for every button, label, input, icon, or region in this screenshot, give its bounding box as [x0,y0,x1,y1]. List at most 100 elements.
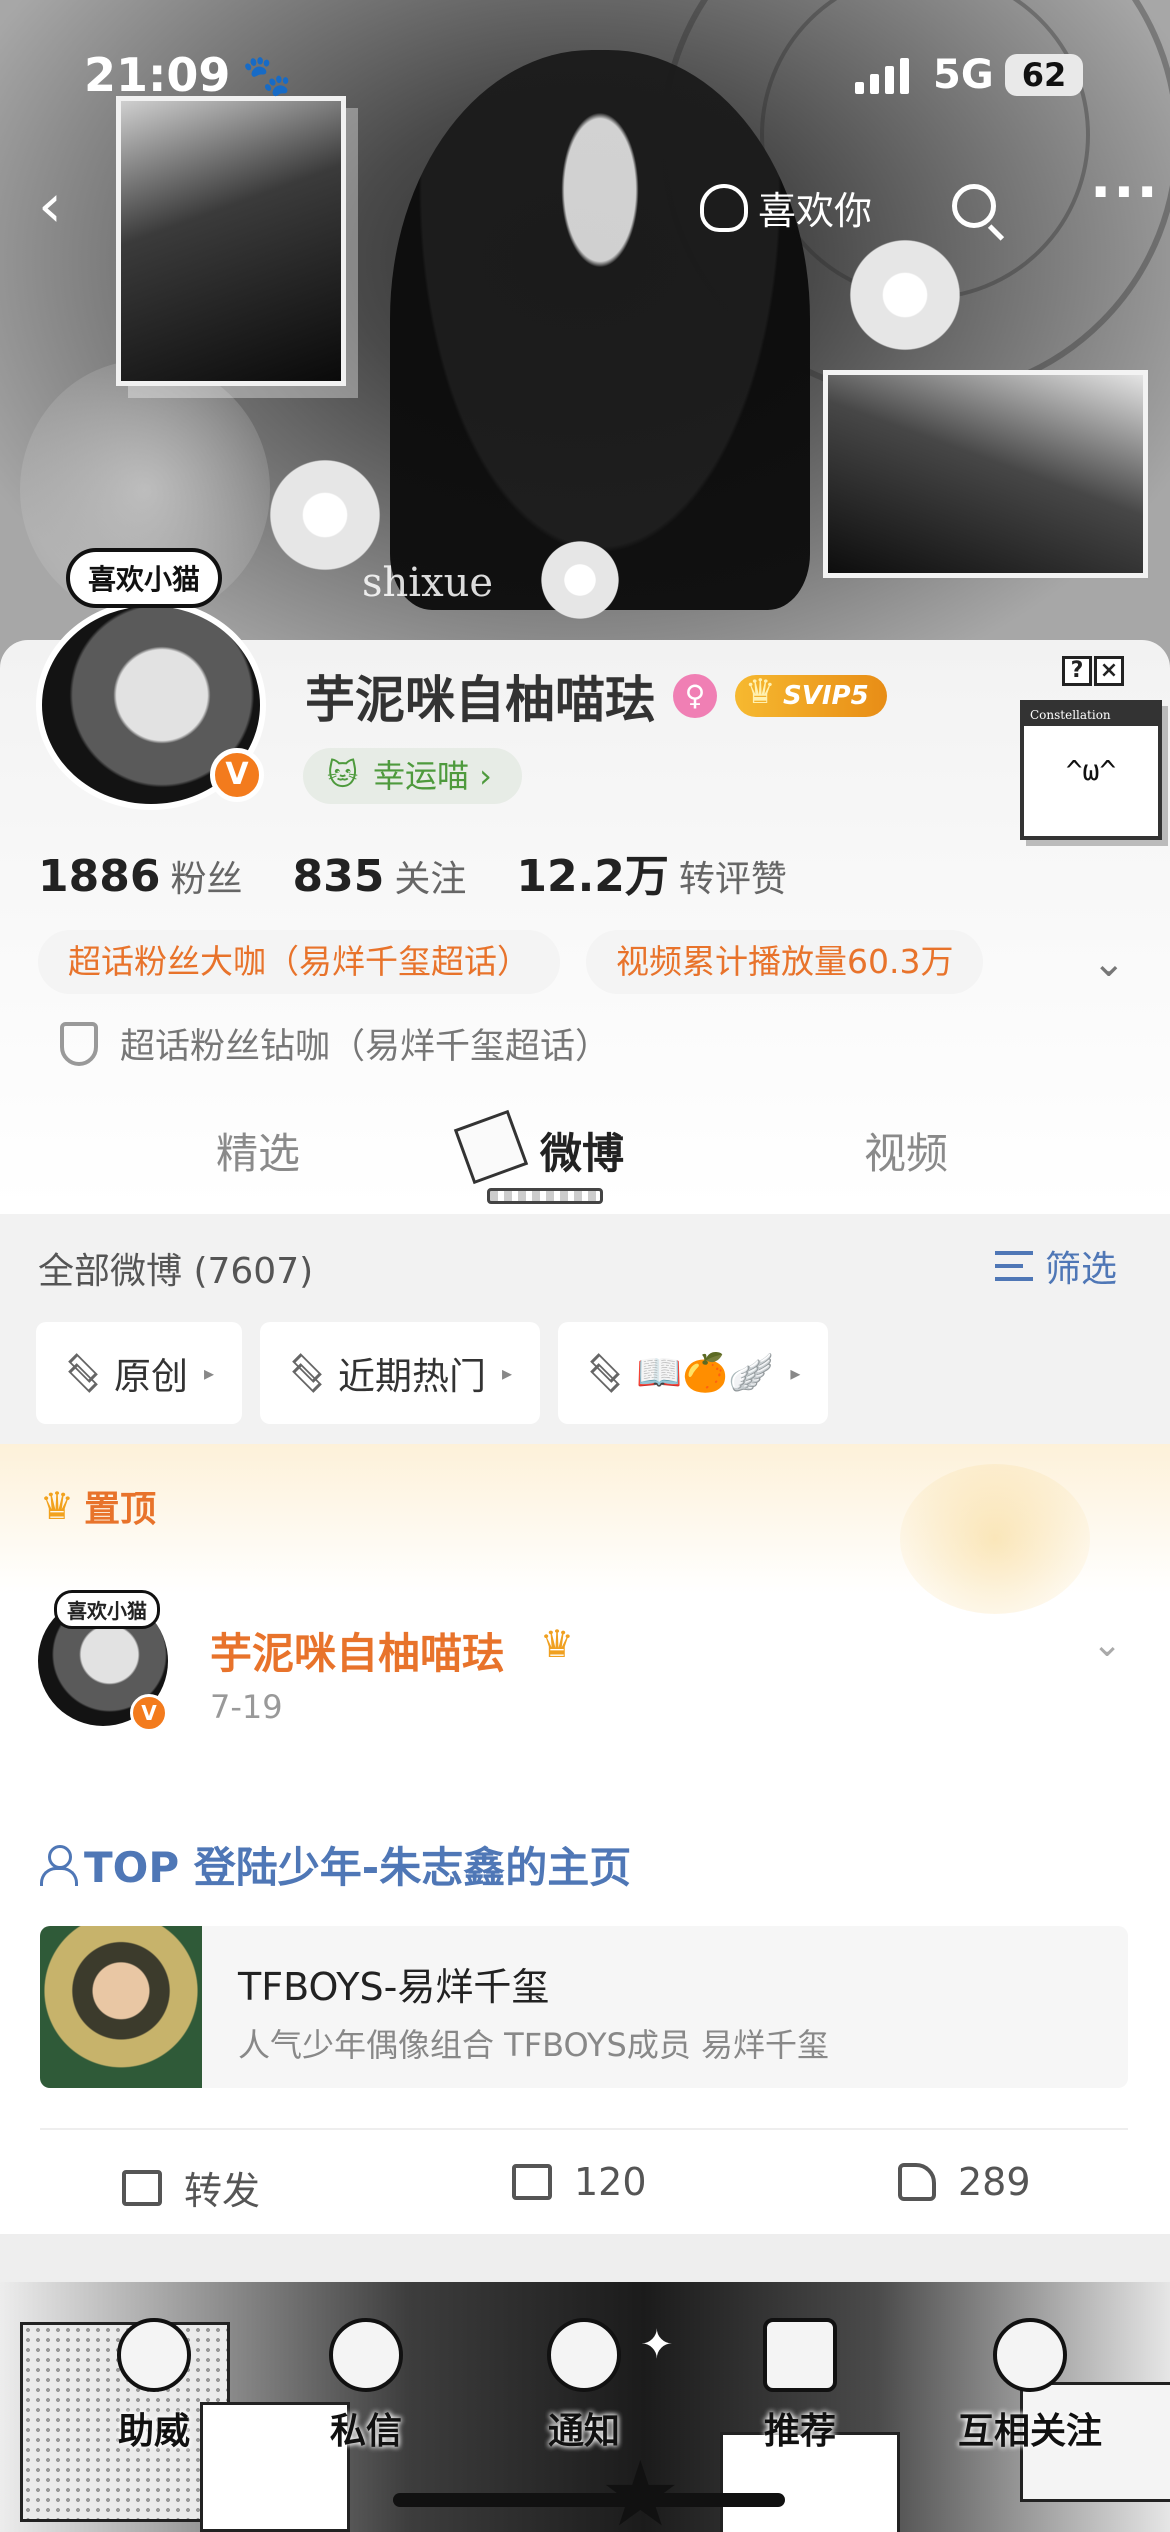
constellation-widget[interactable]: Constellation ^ω^ [1020,700,1162,840]
computer-icon [763,2318,837,2392]
profile-tags: 超话粉丝大咖（易烊千玺超话） 视频累计播放量60.3万 [38,930,984,994]
tab-label: 通知 [547,2411,620,2452]
post-author[interactable]: 芋泥咪自柚喵珐 [210,1620,504,1681]
tag-video-plays[interactable]: 视频累计播放量60.3万 [586,930,984,994]
like-post-button[interactable]: 289 [898,2160,1031,2204]
tag-super-fan[interactable]: 超话粉丝大咖（易烊千玺超话） [38,930,560,994]
pinned-label: ♛ 置顶 [40,1480,156,1532]
post-actions: 转发 120 289 [40,2128,1128,2228]
repost-button[interactable]: 转发 [122,2160,260,2215]
tab-label: 推荐 [763,2411,836,2452]
caret-right-icon: ▸ [502,1361,513,1385]
female-icon: ♀ [673,674,717,718]
banner-photo-frame [116,96,346,386]
repost-icon [122,2169,162,2206]
stat-number: 835 [292,851,385,902]
stat-number: 1886 [38,851,161,902]
tab-label: 互相关注 [957,2411,1102,2452]
all-posts-count: 全部微博 (7607) [38,1251,314,1292]
tab-notifications[interactable]: 通知 [514,2318,654,2454]
stat-number: 12.2万 [516,851,669,902]
widget-face: ^ω^ [1065,754,1117,787]
profile-name: 芋泥咪自柚喵珐 [305,671,655,729]
link-thumbnail [40,1926,202,2088]
verified-badge: V [210,748,264,802]
layers-icon [64,1358,98,1388]
filter-label: 筛选 [1045,1249,1118,1290]
close-icon: × [1094,656,1124,686]
search-icon[interactable] [952,184,996,228]
stat-label: 粉丝 [170,859,243,900]
tab-weibo[interactable]: 微博 [540,1120,624,1181]
widget-title: Constellation [1024,704,1158,726]
stat-interactions[interactable]: 12.2万 转评赞 [516,840,787,904]
layers-icon [288,1358,322,1388]
verified-badge: V [130,1694,168,1732]
crown-decoration [900,1464,1090,1614]
headphones-icon [329,2318,403,2392]
cd-icon [547,2318,621,2392]
comment-button[interactable]: 120 [512,2160,647,2204]
crown-icon: ♛ [40,1484,75,1528]
status-bar: 21:09 🐾 5G 62 [0,48,1170,108]
chip-custom[interactable]: 📖🍊🪽 ▸ [558,1322,829,1424]
topic-text: TOP 登陆少年-朱志鑫的主页 [84,1843,632,1892]
section-divider [0,2234,1170,2282]
top-nav: ‹ 喜欢你 ··· [0,160,1170,240]
like-count: 289 [958,2160,1031,2204]
banner-photo-frame [823,370,1148,578]
guitar-icon [117,2318,191,2392]
hearts-icon [993,2318,1067,2392]
like-label: 喜欢你 [758,189,873,233]
caret-right-icon: ▸ [790,1361,801,1385]
post-date: 7-19 [210,1688,283,1726]
banner-watermark: shixue [362,560,494,606]
profile-tabs: 精选 微博 视频 [0,1108,1170,1204]
person-icon [40,1844,78,1886]
more-icon[interactable]: ··· [1090,160,1160,225]
stat-followers[interactable]: 1886 粉丝 [38,850,242,902]
chip-recent-hot[interactable]: 近期热门 ▸ [260,1322,541,1424]
layers-icon [586,1358,620,1388]
link-card[interactable]: TFBOYS-易烊千玺 人气少年偶像组合 TFBOYS成员 易烊千玺 [40,1926,1128,2088]
tab-cheer[interactable]: 助威 [84,2318,224,2454]
pinned-post[interactable]: ♛ 置顶 喜欢小猫 V 芋泥咪自柚喵珐 ♛ 7-19 ⌄ TOP 登陆少年-朱志… [0,1444,1170,2234]
svip-crown-icon: ♛ [540,1622,575,1666]
stat-following[interactable]: 835 关注 [292,850,466,902]
lucky-button[interactable]: 幸运喵 › [303,748,522,804]
link-title: TFBOYS-易烊千玺 [238,1965,550,2009]
svip-badge[interactable]: SVIP5 [735,671,887,717]
chip-original[interactable]: 原创 ▸ [36,1322,243,1424]
chip-label: 近期热门 [338,1355,487,1398]
tab-featured[interactable]: 精选 [216,1120,300,1181]
tab-messages[interactable]: 私信 [296,2318,436,2454]
feed-header: 全部微博 (7607) 筛选 原创 ▸ 近期热门 ▸ 📖🍊🪽 ▸ [0,1214,1170,1444]
tab-recommend[interactable]: 推荐 [730,2318,870,2454]
tab-mutual-follow[interactable]: 互相关注 [950,2318,1110,2454]
pinned-text: 置顶 [84,1489,157,1530]
like-button[interactable]: 喜欢你 [700,180,872,235]
post-topic-link[interactable]: TOP 登陆少年-朱志鑫的主页 [40,1834,631,1895]
badge-line[interactable]: 超话粉丝钻咖（易烊千玺超话） [60,1018,610,1069]
battery-level: 62 [1005,54,1083,96]
chip-label: 📖🍊🪽 [636,1351,775,1394]
widget-controls: ? × [1062,656,1124,686]
star-decoration: ★ [600,2442,681,2532]
paw-icon: 🐾 [242,53,292,99]
filter-chips: 原创 ▸ 近期热门 ▸ 📖🍊🪽 ▸ [36,1322,829,1424]
home-indicator[interactable] [393,2493,785,2507]
link-subtitle: 人气少年偶像组合 TFBOYS成员 易烊千玺 [238,2026,829,2064]
network-type: 5G [933,52,994,98]
repost-label: 转发 [184,2169,261,2213]
chevron-down-icon[interactable]: ⌄ [1092,1624,1122,1665]
comment-count: 120 [574,2160,647,2204]
stat-label: 转评赞 [678,859,787,900]
flower-decoration [520,520,640,640]
filter-button[interactable]: 筛选 [995,1240,1117,1292]
thumbs-up-icon [898,2163,936,2201]
chevron-down-icon[interactable]: ⌄ [1092,940,1126,986]
back-icon[interactable]: ‹ [38,176,62,236]
filter-icon [995,1251,1033,1281]
avatar-bubble: 喜欢小猫 [66,548,223,608]
tab-videos[interactable]: 视频 [864,1120,948,1181]
